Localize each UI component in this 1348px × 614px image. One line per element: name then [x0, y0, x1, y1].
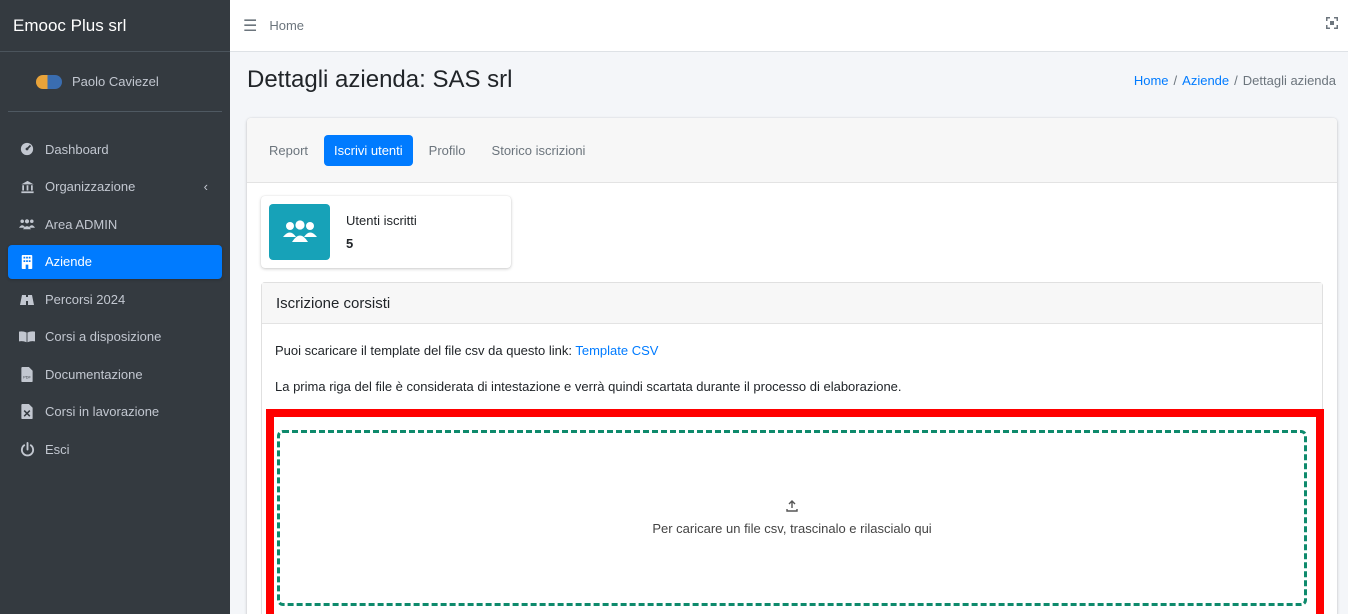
building-icon — [19, 254, 35, 270]
breadcrumb: Home / Aziende / Dettagli azienda — [1134, 73, 1336, 88]
enrolled-users-info-box: Utenti iscritti 5 — [261, 196, 511, 268]
sidebar-item-corsi-in-lavorazione[interactable]: Corsi in lavorazione — [8, 395, 222, 429]
power-icon — [19, 441, 35, 457]
users-icon — [19, 216, 35, 232]
breadcrumb-current: Dettagli azienda — [1242, 73, 1336, 88]
sidebar-item-label: Area ADMIN — [45, 216, 118, 232]
upload-icon — [786, 500, 798, 515]
book-icon — [19, 329, 35, 345]
sidebar-item-label: Esci — [45, 441, 70, 457]
svg-text:PDF: PDF — [23, 375, 31, 379]
sidebar-item-area-admin[interactable]: Area ADMIN — [8, 207, 222, 241]
breadcrumb-separator: / — [1234, 73, 1238, 88]
brand-link[interactable]: Emooc Plus srl — [0, 0, 230, 52]
sidebar-item-label: Organizzazione — [45, 179, 136, 194]
tab-iscrivi-utenti[interactable]: Iscrivi utenti — [324, 134, 413, 166]
template-text: Puoi scaricare il template del file csv … — [275, 343, 572, 358]
university-icon — [19, 179, 35, 195]
tabs-bar: Report Iscrivi utenti Profilo Storico is… — [247, 118, 1337, 183]
page-title: Dettagli azienda: SAS srl — [247, 66, 513, 93]
sidebar-item-dashboard[interactable]: Dashboard — [8, 132, 222, 166]
sidebar-item-label: Percorsi 2024 — [45, 291, 126, 307]
user-panel[interactable]: Paolo Caviezel — [8, 52, 222, 112]
csv-dropzone[interactable]: Per caricare un file csv, trascinalo e r… — [277, 430, 1307, 606]
topnav-home-link[interactable]: Home — [269, 18, 304, 33]
info-box-number: 5 — [346, 236, 354, 251]
sidebar-item-percorsi-2024[interactable]: Percorsi 2024 — [8, 282, 222, 316]
sidebar-item-documentazione[interactable]: PDF Documentazione — [8, 357, 222, 391]
template-paragraph: Puoi scaricare il template del file csv … — [275, 343, 658, 358]
sidebar-item-organizzazione[interactable]: Organizzazione ‹ — [8, 170, 222, 204]
sidebar-item-esci[interactable]: Esci — [8, 432, 222, 466]
sidebar-item-label: Corsi a disposizione — [45, 329, 162, 344]
dropzone-text: Per caricare un file csv, trascinalo e r… — [652, 521, 932, 536]
pdf-file-icon: PDF — [19, 366, 35, 382]
template-csv-link[interactable]: Template CSV — [575, 343, 658, 358]
excel-file-icon — [19, 404, 35, 420]
dashboard-icon — [19, 141, 35, 157]
breadcrumb-home[interactable]: Home — [1134, 73, 1169, 88]
sidebar-nav: Dashboard Organizzazione ‹ Area ADMIN Az… — [0, 124, 230, 466]
sidebar-item-aziende[interactable]: Aziende — [8, 244, 222, 279]
sidebar-item-label: Aziende — [45, 254, 92, 269]
sidebar-item-label: Documentazione — [45, 366, 143, 382]
users-group-icon — [269, 204, 330, 260]
info-box-label: Utenti iscritti — [346, 213, 417, 228]
header-row-note: La prima riga del file è considerata di … — [275, 379, 902, 394]
user-avatar — [36, 74, 62, 89]
sidebar: Emooc Plus srl Paolo Caviezel Dashboard … — [0, 0, 230, 614]
tab-report[interactable]: Report — [259, 135, 318, 166]
binoculars-icon — [19, 291, 35, 307]
chevron-left-icon: ‹ — [203, 179, 208, 194]
sidebar-item-label: Dashboard — [45, 141, 109, 157]
breadcrumb-separator: / — [1173, 73, 1178, 88]
top-navbar: ☰ Home — [230, 0, 1348, 52]
hamburger-menu-icon[interactable]: ☰ — [243, 16, 257, 36]
user-name: Paolo Caviezel — [72, 74, 159, 89]
breadcrumb-aziende[interactable]: Aziende — [1182, 73, 1229, 88]
sidebar-item-corsi-a-disposizione[interactable]: Corsi a disposizione — [8, 320, 222, 354]
fullscreen-icon[interactable] — [1326, 17, 1338, 32]
enrollment-card-title: Iscrizione corsisti — [262, 283, 1322, 324]
tab-storico-iscrizioni[interactable]: Storico iscrizioni — [482, 135, 596, 166]
sidebar-item-label: Corsi in lavorazione — [45, 404, 160, 419]
tab-profilo[interactable]: Profilo — [419, 135, 476, 166]
